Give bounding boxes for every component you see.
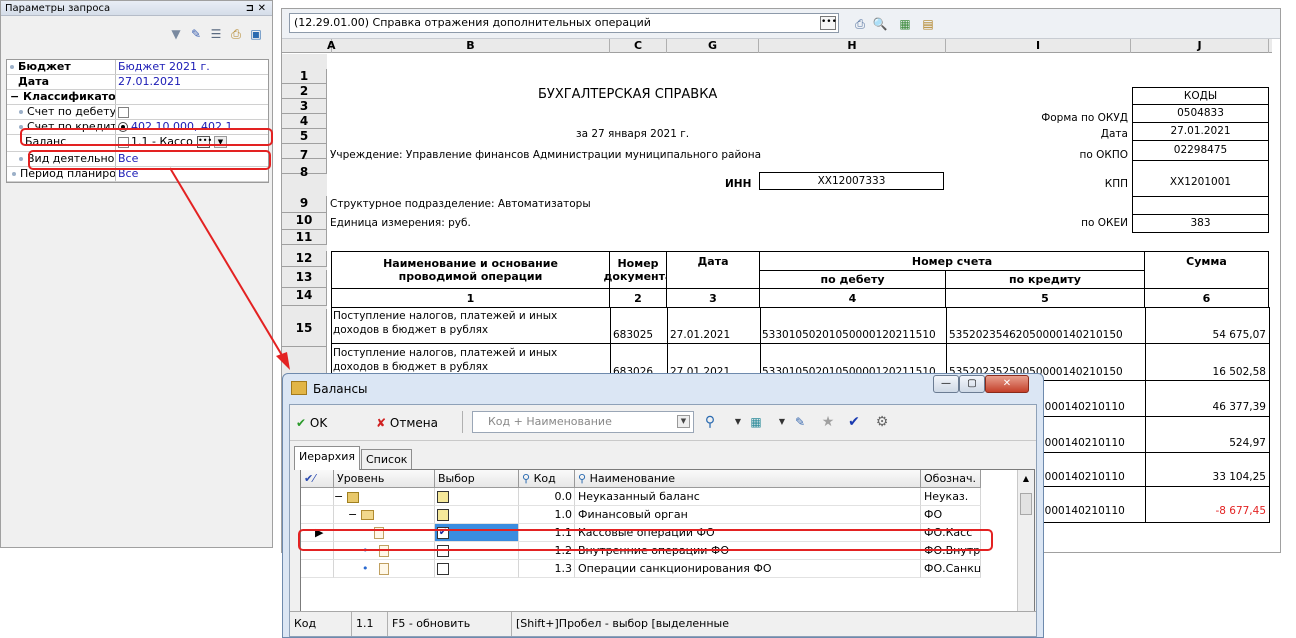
code-cell: 1.3 [519,560,575,578]
close-button[interactable]: ✕ [985,375,1029,393]
table-row[interactable]: − 1.0 Финансовый орган ФО [301,506,1011,524]
code-cell: 0.0 [519,488,575,506]
tree-view-icon[interactable]: ▦ [748,414,764,430]
document-icon [379,563,389,575]
dropdown-arrow-icon[interactable]: ▼ [677,415,690,428]
col-name[interactable]: ⚲ Наименование [575,470,921,488]
bullet-icon: • [362,562,369,575]
table-row[interactable]: − 0.0 Неуказанный баланс Неуказ. [301,488,1011,506]
table-row[interactable]: • 1.3 Операции санкционирования ФО ФО.Са… [301,560,1011,578]
status-select-hint: [Shift+]Пробел - выбор [выделенные [516,617,729,630]
ok-button[interactable]: ✔ OK [296,414,327,432]
edit-icon[interactable]: ✎ [792,414,808,430]
cross-icon: ✘ [376,416,387,430]
cancel-button[interactable]: ✘ Отмена [376,414,438,432]
gear-icon[interactable]: ⚙ [874,414,890,430]
name-cell: Неуказанный баланс [575,488,921,506]
scroll-up-icon[interactable]: ▲ [1018,474,1034,483]
folder-icon [346,491,359,503]
dropdown-arrow-icon[interactable]: ▼ [774,414,790,430]
abbr-cell: Неуказ. [921,488,981,506]
col-level[interactable]: Уровень [334,470,435,488]
level-cell: − [334,506,435,524]
choice-cell[interactable] [435,560,519,578]
search-icon: ⚲ [522,472,534,485]
code-cell: 1.0 [519,506,575,524]
level-cell: • [334,560,435,578]
status-refresh-hint: F5 - обновить [388,612,512,636]
search-input[interactable]: Код + Наименование ▼ [472,411,694,433]
tab-list[interactable]: Список [361,449,413,470]
choice-cell[interactable] [435,488,519,506]
check-icon: ✔ [296,416,307,430]
checkbox-checked-icon[interactable] [437,491,449,503]
row-indicator [301,488,334,506]
dialog-body: ✔ OK ✘ Отмена Код + Наименование ▼ ⚲ ▼ ▦… [289,404,1037,637]
toolbar-separator [462,411,463,433]
star-icon[interactable]: ★ [820,414,836,430]
name-cell: Финансовый орган [575,506,921,524]
dropdown-arrow-icon[interactable]: ▼ [730,414,746,430]
choice-cell[interactable] [435,506,519,524]
checkmark-icon[interactable]: ✔ [846,414,862,430]
col-code[interactable]: ⚲ Код [519,470,575,488]
selected-row-highlight [298,529,993,551]
checkbox-checked-icon[interactable] [437,509,449,521]
name-cell: Операции санкционирования ФО [575,560,921,578]
dialog-title: Балансы [313,382,368,396]
checkbox-icon[interactable] [437,563,449,575]
search-icon[interactable]: ⚲ [702,414,718,430]
abbr-cell: ФО [921,506,981,524]
search-icon: ⚲ [578,472,590,485]
maximize-button[interactable]: ▢ [959,375,985,393]
row-indicator [301,506,334,524]
dialog-status-bar: Код 1.1 F5 - обновить [Shift+]Пробел - в… [290,611,1036,636]
scrollbar-thumb[interactable] [1020,493,1032,515]
folder-icon [291,381,307,395]
col-abbr[interactable]: Обознач. [921,470,981,488]
col-choice[interactable]: Выбор [435,470,519,488]
level-cell: − [334,488,435,506]
minimize-button[interactable]: — [933,375,959,393]
select-all-icon[interactable]: ✔⁄ [301,470,334,488]
tab-hierarchy[interactable]: Иерархия [294,446,360,470]
vertical-scrollbar[interactable]: ▲ ▼ [1017,470,1034,626]
status-label: Код [290,612,352,636]
dialog-titlebar: Балансы — ▢ ✕ [283,374,1043,404]
abbr-cell: ФО.Санкц [921,560,981,578]
row-indicator [301,560,334,578]
open-folder-icon [360,510,374,520]
dialog-toolbar: ✔ OK ✘ Отмена Код + Наименование ▼ ⚲ ▼ ▦… [290,405,1036,441]
status-code: 1.1 [352,612,388,636]
balances-dialog: Балансы — ▢ ✕ ✔ OK ✘ Отмена Код + Наимен… [282,373,1044,638]
